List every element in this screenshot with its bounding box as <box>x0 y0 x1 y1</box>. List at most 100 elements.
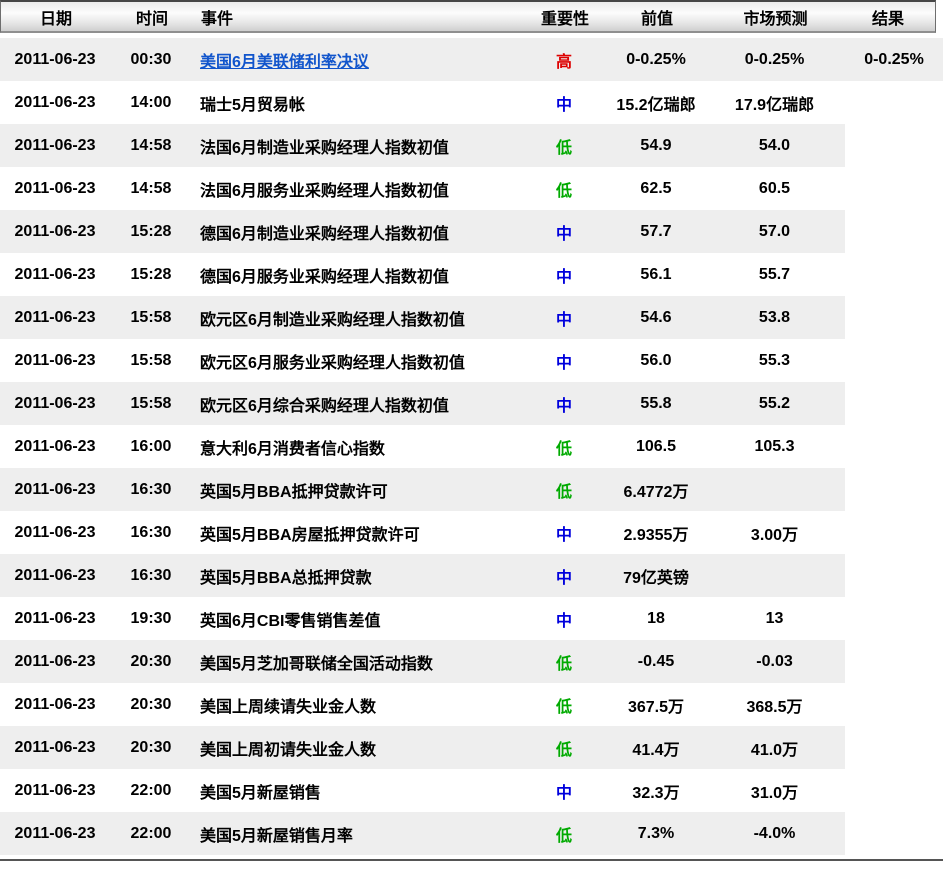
importance-badge: 中 <box>555 526 572 544</box>
bottom-divider <box>0 859 943 861</box>
event-cell: 德国6月服务业采购经理人指数初值 <box>200 268 449 286</box>
importance-cell: 高 <box>520 38 608 81</box>
event-cell: 德国6月制造业采购经理人指数初值 <box>192 210 520 253</box>
result-cell <box>845 81 943 124</box>
importance-badge: 低 <box>555 182 572 200</box>
date-cell: 2011-06-23 <box>14 781 96 799</box>
forecast-cell: 17.9亿瑞郎 <box>734 96 815 114</box>
time-cell: 15:28 <box>110 210 192 253</box>
previous-cell: 41.4万 <box>608 726 704 769</box>
previous-cell: 62.5 <box>640 179 672 197</box>
date-cell: 2011-06-23 <box>14 695 96 713</box>
importance-cell: 中 <box>520 382 608 425</box>
time-cell: 20:30 <box>130 695 172 713</box>
forecast-cell <box>704 468 845 511</box>
importance-cell: 中 <box>520 597 608 640</box>
table-row: 2011-06-23 15:28 德国6月服务业采购经理人指数初值 中 56.1 55.7 <box>0 253 943 296</box>
date-cell: 2011-06-23 <box>0 812 110 855</box>
date-cell: 2011-06-23 <box>14 265 96 283</box>
event-cell: 欧元区6月制造业采购经理人指数初值 <box>192 296 520 339</box>
previous-cell: 6.4772万 <box>608 468 704 511</box>
importance-badge: 中 <box>555 612 572 630</box>
date-cell: 2011-06-23 <box>14 437 96 455</box>
importance-badge: 低 <box>555 440 572 458</box>
time-cell: 15:58 <box>110 382 192 425</box>
forecast-cell: 105.3 <box>754 437 795 455</box>
importance-badge: 中 <box>555 354 572 372</box>
previous-cell: 54.6 <box>608 296 704 339</box>
importance-badge: 低 <box>555 827 572 845</box>
forecast-cell: 3.00万 <box>750 526 799 544</box>
event-link[interactable]: 美国6月美联储利率决议 <box>200 48 369 72</box>
result-cell <box>845 812 943 855</box>
header-time: 时间 <box>135 10 168 28</box>
time-cell: 14:00 <box>130 93 172 111</box>
event-cell: 美国5月芝加哥联储全国活动指数 <box>192 640 520 683</box>
date-cell: 2011-06-23 <box>14 523 96 541</box>
event-cell: 欧元区6月综合采购经理人指数初值 <box>192 382 520 425</box>
time-cell: 20:30 <box>110 640 192 683</box>
previous-cell: 55.8 <box>608 382 704 425</box>
header-event: 事件 <box>201 10 234 28</box>
importance-badge: 低 <box>555 655 572 673</box>
result-cell <box>845 640 943 683</box>
date-cell: 2011-06-23 <box>0 38 110 81</box>
importance-cell: 低 <box>520 812 608 855</box>
header-date: 日期 <box>39 10 72 28</box>
importance-cell: 低 <box>520 124 608 167</box>
importance-badge: 中 <box>555 96 572 114</box>
time-cell: 16:30 <box>130 523 172 541</box>
importance-badge: 中 <box>555 225 572 243</box>
time-cell: 15:58 <box>130 351 172 369</box>
date-cell: 2011-06-23 <box>0 124 110 167</box>
table-row: 2011-06-23 16:30 英国5月BBA抵押贷款许可 低 6.4772万 <box>0 468 943 511</box>
importance-badge: 中 <box>555 784 572 802</box>
importance-cell: 低 <box>520 167 608 210</box>
time-cell: 16:30 <box>110 468 192 511</box>
table-body: 2011-06-23 00:30 美国6月美联储利率决议高 0-0.25% 0-0.25… <box>0 38 943 855</box>
result-cell <box>845 726 943 769</box>
importance-cell: 中 <box>520 769 608 812</box>
table-row: 2011-06-23 16:30 英国5月BBA房屋抵押贷款许可 中 2.9355万 3.… <box>0 511 943 554</box>
result-cell <box>845 253 943 296</box>
time-cell: 16:30 <box>110 554 192 597</box>
event-cell: 英国5月BBA房屋抵押贷款许可 <box>200 526 420 544</box>
table-row: 2011-06-23 22:00 美国5月新屋销售 中 32.3万 31.0万 <box>0 769 943 812</box>
importance-cell: 低 <box>520 468 608 511</box>
importance-badge: 中 <box>555 397 572 415</box>
forecast-cell: 13 <box>765 609 784 627</box>
table-row: 2011-06-23 00:30 美国6月美联储利率决议高 0-0.25% 0-0.25… <box>0 38 943 81</box>
importance-cell: 中 <box>520 296 608 339</box>
result-cell <box>845 210 943 253</box>
result-cell: 0-0.25% <box>845 38 943 81</box>
event-cell: 瑞士5月贸易帐 <box>200 96 305 114</box>
forecast-cell: 31.0万 <box>750 784 799 802</box>
table-row: 2011-06-23 15:58 欧元区6月服务业采购经理人指数初值 中 56.0 55.… <box>0 339 943 382</box>
forecast-cell: -4.0% <box>704 812 845 855</box>
table-row: 2011-06-23 20:30 美国上周续请失业金人数 低 367.5万 368.5万 <box>0 683 943 726</box>
time-cell: 14:58 <box>130 179 172 197</box>
importance-badge: 中 <box>555 569 572 587</box>
previous-cell: 2.9355万 <box>623 526 689 544</box>
date-cell: 2011-06-23 <box>14 179 96 197</box>
importance-cell: 低 <box>520 640 608 683</box>
table-row: 2011-06-23 15:28 德国6月制造业采购经理人指数初值 中 57.7 57.0 <box>0 210 943 253</box>
previous-cell: 106.5 <box>635 437 677 455</box>
result-cell <box>845 167 943 210</box>
forecast-cell: 53.8 <box>704 296 845 339</box>
result-cell <box>845 683 943 726</box>
time-cell: 15:28 <box>130 265 172 283</box>
table-row: 2011-06-23 20:30 美国5月芝加哥联储全国活动指数 低 -0.45 -0.0… <box>0 640 943 683</box>
result-cell <box>845 339 943 382</box>
result-cell <box>845 511 943 554</box>
forecast-cell: 55.7 <box>758 265 791 283</box>
date-cell: 2011-06-23 <box>14 351 96 369</box>
result-cell <box>845 296 943 339</box>
header-forecast: 市场预测 <box>743 10 808 28</box>
result-cell <box>845 554 943 597</box>
importance-cell: 中 <box>520 253 608 296</box>
previous-cell: 15.2亿瑞郎 <box>616 96 696 114</box>
importance-cell: 中 <box>520 210 608 253</box>
date-cell: 2011-06-23 <box>0 640 110 683</box>
forecast-cell: 55.2 <box>704 382 845 425</box>
